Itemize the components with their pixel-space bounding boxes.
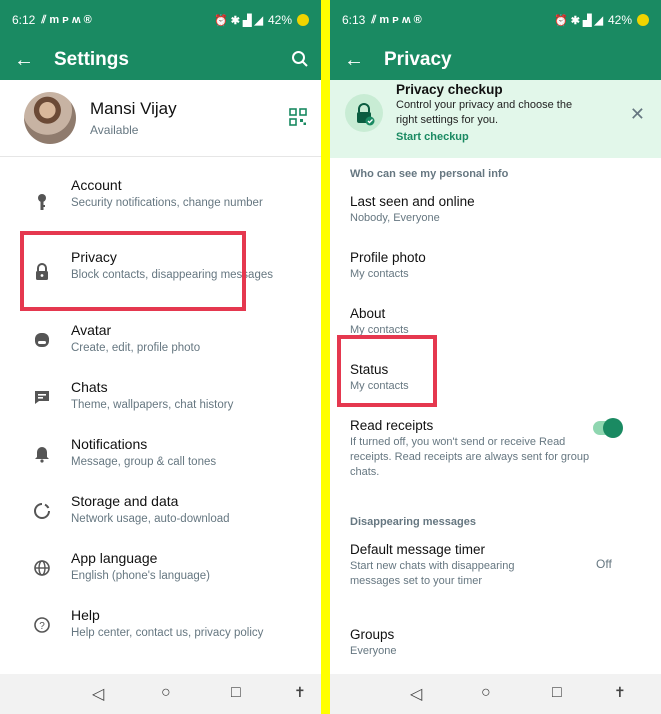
settings-item-account[interactable]: Account Security notifications, change n…: [0, 170, 321, 232]
profile-status: Available: [90, 123, 139, 137]
item-title: Storage and data: [71, 493, 179, 509]
battery-icon: [637, 14, 649, 26]
avatar-icon: [35, 333, 49, 347]
page-title: Settings: [54, 49, 129, 70]
settings-item-app-language[interactable]: App language English (phone's language): [0, 542, 321, 596]
settings-item-help[interactable]: ? Help Help center, contact us, privacy …: [0, 599, 321, 653]
item-subtitle: Everyone: [350, 645, 397, 657]
qr-code-icon[interactable]: [289, 108, 307, 126]
bell-icon: [35, 447, 49, 463]
globe-icon: [34, 560, 50, 576]
nav-recents-icon[interactable]: □: [231, 684, 241, 702]
help-icon: ?: [34, 617, 50, 633]
item-title: App language: [71, 550, 158, 566]
item-title: Avatar: [71, 322, 112, 338]
nav-back-icon[interactable]: ◁: [410, 684, 422, 704]
item-subtitle: If turned off, you won't send or receive…: [350, 436, 590, 478]
chat-icon: [35, 391, 49, 404]
item-title: About: [350, 306, 386, 321]
privacy-item-about[interactable]: About My contacts: [350, 306, 590, 338]
profile-name: Mansi Vijay: [90, 99, 177, 118]
privacy-highlight-box: [20, 231, 246, 311]
notification-icons: ⫽ m ᴘ ʍ ®: [41, 13, 92, 26]
nav-home-icon[interactable]: ○: [481, 684, 491, 702]
item-subtitle: Network usage, auto-download: [71, 513, 230, 525]
nav-back-icon[interactable]: ◁: [92, 684, 104, 704]
item-subtitle: My contacts: [350, 268, 409, 280]
item-subtitle: English (phone's language): [71, 570, 211, 582]
settings-screen: 6:12 ⫽ m ᴘ ʍ ® ⏰ ✱ ▟ ◢ 42% ← Settings Ma…: [0, 0, 321, 714]
read-receipts-toggle[interactable]: [593, 418, 623, 438]
privacy-item-groups[interactable]: Groups Everyone: [350, 627, 590, 659]
privacy-item-last-seen[interactable]: Last seen and online Nobody, Everyone: [350, 194, 590, 226]
signal-icons: ⏰ ✱ ▟ ◢: [553, 14, 603, 27]
privacy-screen: 6:13 ⫽ m ᴘ ʍ ® ⏰ ✱ ▟ ◢ 42% ← Privacy Pri…: [330, 0, 661, 714]
item-title: Account: [71, 177, 122, 193]
checkup-lock-icon: [345, 94, 383, 132]
status-time: 6:13: [342, 13, 366, 27]
settings-item-notifications[interactable]: Notifications Message, group & call tone…: [0, 428, 321, 482]
settings-item-avatar[interactable]: Avatar Create, edit, profile photo: [0, 314, 321, 368]
item-title: Read receipts: [350, 418, 434, 433]
svg-text:?: ?: [39, 621, 45, 632]
nav-recents-icon[interactable]: □: [552, 684, 562, 702]
page-title: Privacy: [384, 49, 452, 70]
checkup-title: Privacy checkup: [396, 82, 503, 97]
privacy-item-message-timer[interactable]: Default message timer Start new chats wi…: [350, 542, 590, 589]
privacy-item-profile-photo[interactable]: Profile photo My contacts: [350, 250, 590, 282]
nav-home-icon[interactable]: ○: [161, 684, 171, 702]
battery-icon: [297, 14, 309, 26]
back-arrow-icon[interactable]: ←: [344, 49, 384, 72]
timer-value: Off: [596, 557, 612, 571]
item-subtitle: Start new chats with disappearing messag…: [350, 560, 515, 587]
settings-item-chats[interactable]: Chats Theme, wallpapers, chat history: [0, 371, 321, 425]
status-bar: 6:12 ⫽ m ᴘ ʍ ® ⏰ ✱ ▟ ◢ 42%: [0, 0, 321, 40]
app-bar: ← Privacy: [330, 40, 661, 80]
settings-item-storage[interactable]: Storage and data Network usage, auto-dow…: [0, 485, 321, 539]
search-icon[interactable]: [291, 50, 309, 68]
storage-icon: [34, 503, 50, 519]
toggle-knob: [603, 418, 623, 438]
system-nav-bar: ◁ ○ □ ✝: [330, 674, 661, 714]
battery-level: 42%: [607, 13, 632, 27]
privacy-checkup-banner: Privacy checkup Control your privacy and…: [330, 80, 661, 158]
profile-row[interactable]: Mansi Vijay Available: [0, 80, 321, 157]
item-title: Chats: [71, 379, 108, 395]
notification-icons: ⫽ m ᴘ ʍ ®: [371, 13, 422, 26]
item-title: Groups: [350, 627, 395, 642]
battery-level: 42%: [267, 13, 292, 27]
signal-icons: ⏰ ✱ ▟ ◢: [213, 14, 263, 27]
item-subtitle: Theme, wallpapers, chat history: [71, 399, 234, 411]
checkup-description: Control your privacy and choose the righ…: [396, 99, 573, 126]
system-nav-bar: ◁ ○ □ ✝: [0, 674, 321, 714]
item-subtitle: Help center, contact us, privacy policy: [71, 627, 264, 639]
item-title: Notifications: [71, 436, 148, 452]
item-subtitle: Security notifications, change number: [71, 197, 263, 209]
item-title: Last seen and online: [350, 194, 475, 209]
app-bar: ← Settings: [0, 40, 321, 80]
item-title: Default message timer: [350, 542, 486, 557]
item-title: Profile photo: [350, 250, 426, 265]
accessibility-icon[interactable]: ✝: [294, 684, 306, 701]
item-subtitle: Nobody, Everyone: [350, 212, 440, 224]
section-header-personal-info: Who can see my personal info: [350, 168, 509, 180]
section-header-disappearing: Disappearing messages: [350, 516, 476, 528]
status-bar: 6:13 ⫽ m ᴘ ʍ ® ⏰ ✱ ▟ ◢ 42%: [330, 0, 661, 40]
privacy-item-read-receipts[interactable]: Read receipts If turned off, you won't s…: [350, 418, 590, 480]
item-subtitle: Create, edit, profile photo: [71, 342, 201, 354]
start-checkup-link[interactable]: Start checkup: [396, 131, 469, 143]
item-title: Help: [71, 607, 100, 623]
avatar[interactable]: [24, 92, 76, 144]
close-icon[interactable]: ✕: [630, 104, 645, 125]
back-arrow-icon[interactable]: ←: [14, 49, 54, 72]
panel-divider: [321, 0, 330, 714]
accessibility-icon[interactable]: ✝: [614, 684, 626, 701]
status-time: 6:12: [12, 13, 36, 27]
item-subtitle: Message, group & call tones: [71, 456, 217, 468]
key-icon: [38, 194, 46, 210]
status-highlight-box: [337, 335, 437, 407]
